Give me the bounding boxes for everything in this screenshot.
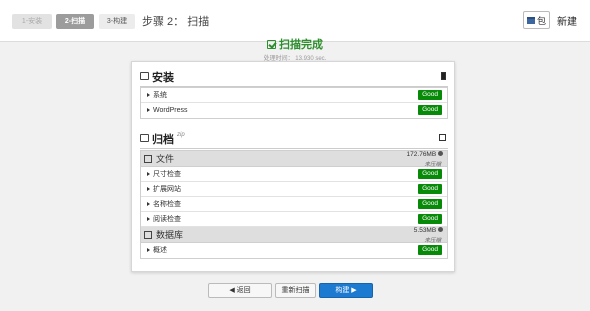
step-build[interactable]: 3-构建 xyxy=(99,14,135,29)
caret-right-icon xyxy=(147,93,150,97)
list-item[interactable]: 系统 Good xyxy=(141,88,447,103)
status-title-text: 扫描完成 xyxy=(279,39,323,51)
status-badge: Good xyxy=(418,214,442,224)
caret-right-icon xyxy=(147,108,150,112)
list-item[interactable]: 名称检查 Good xyxy=(141,197,447,212)
status-badge: Good xyxy=(418,169,442,179)
list-item[interactable]: 概述 Good xyxy=(141,243,447,258)
list-item[interactable]: WordPress Good xyxy=(141,103,447,118)
rescan-button[interactable]: 重新扫描 xyxy=(275,283,316,298)
files-title: 文件 xyxy=(156,154,175,164)
caret-right-icon xyxy=(147,217,150,221)
archive-icon xyxy=(526,16,535,24)
build-button[interactable]: 构建 ▶ xyxy=(319,283,373,298)
row-label: 系统 xyxy=(153,92,167,99)
file-archive-icon xyxy=(140,134,149,142)
row-label: 扩展网站 xyxy=(153,186,181,193)
database-title: 数据库 xyxy=(156,230,184,240)
caret-right-icon xyxy=(147,187,150,191)
packages-button[interactable]: 包 xyxy=(523,11,550,29)
archive-title: 归档 xyxy=(152,134,174,146)
status-badge: Good xyxy=(418,105,442,115)
install-title: 安装 xyxy=(152,72,174,84)
scan-status: 扫描完成 处理时间： 13.930 sec. xyxy=(0,36,590,62)
row-label: 尺寸检查 xyxy=(153,171,181,178)
status-badge: Good xyxy=(418,90,442,100)
row-label: 名称检查 xyxy=(153,201,181,208)
install-box: 系统 Good WordPress Good xyxy=(140,87,448,119)
archive-box: 文件 172.76MB 未压缩 尺寸检查 Good 扩展网站 Good 名称检查… xyxy=(140,150,448,259)
row-label: 阅读检查 xyxy=(153,216,181,223)
row-label: 概述 xyxy=(153,247,167,254)
database-group-header[interactable]: 数据库 5.53MB 未压缩 xyxy=(141,227,447,244)
archive-format: zip xyxy=(177,132,185,138)
row-label: WordPress xyxy=(153,107,188,114)
list-item[interactable]: 阅读检查 Good xyxy=(141,212,447,227)
caret-right-icon xyxy=(147,202,150,206)
caret-right-icon xyxy=(147,172,150,176)
check-square-icon xyxy=(267,39,276,49)
divider xyxy=(140,148,448,149)
page-title: 步骤 2： 扫描 xyxy=(142,16,210,28)
help-icon[interactable] xyxy=(438,151,443,156)
table-icon xyxy=(144,231,152,239)
files-icon xyxy=(144,155,152,163)
status-badge: Good xyxy=(418,245,442,255)
files-group-header[interactable]: 文件 172.76MB 未压缩 xyxy=(141,151,447,168)
status-title: 扫描完成 xyxy=(267,36,323,52)
status-badge: Good xyxy=(418,199,442,209)
scan-results-panel: 安装 系统 Good WordPress Good 归档 zip 文件 172.… xyxy=(131,61,455,272)
help-icon[interactable] xyxy=(438,227,443,232)
toggle-icon[interactable] xyxy=(441,72,446,80)
step-scan[interactable]: 2-扫描 xyxy=(56,14,94,29)
hdd-icon xyxy=(140,72,149,80)
back-button[interactable]: ◀ 返回 xyxy=(208,283,272,298)
list-item[interactable]: 尺寸检查 Good xyxy=(141,167,447,182)
caret-right-icon xyxy=(147,248,150,252)
status-badge: Good xyxy=(418,184,442,194)
list-item[interactable]: 扩展网站 Good xyxy=(141,182,447,197)
step-install[interactable]: 1-安装 xyxy=(12,14,52,29)
install-section-header[interactable]: 安装 xyxy=(140,68,448,87)
archive-section-header[interactable]: 归档 zip xyxy=(140,130,448,149)
window-icon[interactable] xyxy=(439,134,446,141)
packages-label: 包 xyxy=(536,15,546,26)
new-link[interactable]: 新建 xyxy=(557,13,577,28)
